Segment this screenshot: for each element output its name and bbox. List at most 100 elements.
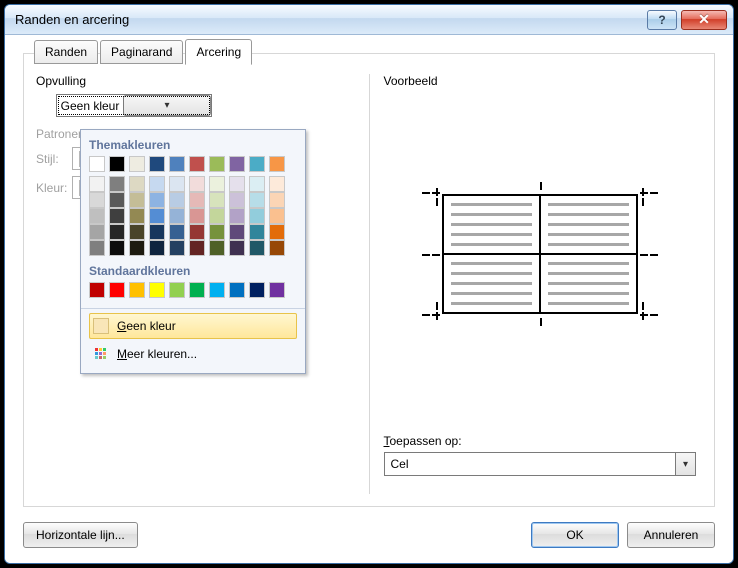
color-swatch[interactable] — [169, 192, 185, 208]
color-swatch[interactable] — [129, 208, 145, 224]
horizontal-line-button[interactable]: Horizontale lijn... — [23, 522, 138, 548]
color-swatch[interactable] — [89, 282, 105, 298]
theme-colors-row1 — [89, 156, 297, 174]
color-swatch[interactable] — [149, 156, 165, 172]
apply-to-button[interactable] — [675, 453, 695, 475]
color-swatch[interactable] — [249, 176, 265, 192]
fill-combo[interactable]: Geen kleur — [56, 94, 212, 117]
color-swatch[interactable] — [89, 176, 105, 192]
color-swatch[interactable] — [249, 224, 265, 240]
color-swatch[interactable] — [89, 208, 105, 224]
standard-colors-heading: Standaardkleuren — [89, 264, 297, 278]
color-swatch[interactable] — [229, 208, 245, 224]
color-swatch[interactable] — [269, 208, 285, 224]
color-swatch[interactable] — [229, 192, 245, 208]
color-swatch[interactable] — [229, 176, 245, 192]
close-button[interactable]: ✕ — [681, 10, 727, 30]
color-swatch[interactable] — [109, 224, 125, 240]
color-swatch[interactable] — [269, 224, 285, 240]
color-swatch[interactable] — [109, 282, 125, 298]
color-swatch[interactable] — [149, 192, 165, 208]
color-swatch[interactable] — [129, 192, 145, 208]
color-swatch[interactable] — [189, 224, 205, 240]
preview-cell — [443, 195, 540, 254]
style-label: Stijl: — [36, 152, 72, 166]
color-swatch[interactable] — [269, 240, 285, 256]
apply-to-label: Toepassen op: — [384, 434, 462, 448]
color-swatch[interactable] — [109, 176, 125, 192]
color-swatch[interactable] — [149, 240, 165, 256]
color-swatch[interactable] — [89, 224, 105, 240]
color-swatch[interactable] — [209, 192, 225, 208]
color-swatch[interactable] — [169, 208, 185, 224]
color-swatch[interactable] — [209, 176, 225, 192]
color-swatch[interactable] — [269, 192, 285, 208]
color-swatch[interactable] — [149, 208, 165, 224]
color-swatch[interactable] — [169, 156, 185, 172]
color-swatch[interactable] — [169, 282, 185, 298]
color-swatch[interactable] — [269, 176, 285, 192]
color-swatch[interactable] — [129, 156, 145, 172]
color-swatch[interactable] — [209, 208, 225, 224]
apply-to-combo[interactable]: Cel — [384, 452, 697, 476]
tab-panel: Randen Paginarand Arcering Opvulling Gee… — [23, 53, 715, 507]
fill-combo-button[interactable] — [123, 95, 211, 116]
ok-button[interactable]: OK — [531, 522, 619, 548]
color-swatch[interactable] — [129, 240, 145, 256]
color-swatch[interactable] — [189, 282, 205, 298]
color-swatch[interactable] — [249, 282, 265, 298]
cancel-button[interactable]: Annuleren — [627, 522, 715, 548]
color-swatch[interactable] — [89, 192, 105, 208]
color-swatch[interactable] — [229, 224, 245, 240]
preview-cell — [443, 254, 540, 313]
color-swatch[interactable] — [169, 240, 185, 256]
color-swatch[interactable] — [129, 224, 145, 240]
color-swatch[interactable] — [269, 156, 285, 172]
client-area: Randen Paginarand Arcering Opvulling Gee… — [5, 35, 733, 563]
more-colors-item[interactable]: Meer kleuren... — [89, 341, 297, 367]
color-swatch[interactable] — [109, 192, 125, 208]
color-swatch[interactable] — [149, 176, 165, 192]
right-column: Voorbeeld — [378, 74, 703, 494]
help-button[interactable]: ? — [647, 10, 677, 30]
color-swatch[interactable] — [249, 208, 265, 224]
color-swatch[interactable] — [109, 240, 125, 256]
color-swatch[interactable] — [189, 176, 205, 192]
tab-shading[interactable]: Arcering — [185, 39, 252, 65]
color-swatch[interactable] — [249, 192, 265, 208]
color-swatch[interactable] — [229, 156, 245, 172]
no-color-label: Geen kleur — [117, 319, 176, 333]
color-swatch[interactable] — [129, 282, 145, 298]
color-swatch[interactable] — [169, 224, 185, 240]
color-swatch[interactable] — [169, 176, 185, 192]
color-swatch[interactable] — [149, 224, 165, 240]
fill-group-label: Opvulling — [36, 74, 355, 88]
color-swatch[interactable] — [209, 240, 225, 256]
color-swatch[interactable] — [89, 240, 105, 256]
color-swatch[interactable] — [249, 240, 265, 256]
color-swatch[interactable] — [229, 240, 245, 256]
color-label: Kleur: — [36, 181, 72, 195]
no-color-item[interactable]: Geen kleur — [89, 313, 297, 339]
color-swatch[interactable] — [189, 208, 205, 224]
tab-borders[interactable]: Randen — [34, 40, 98, 64]
color-swatch[interactable] — [209, 282, 225, 298]
color-swatch[interactable] — [189, 240, 205, 256]
color-swatch[interactable] — [209, 156, 225, 172]
color-swatch[interactable] — [89, 156, 105, 172]
dialog-window: Randen en arcering ? ✕ Randen Paginarand… — [4, 4, 734, 564]
color-swatch[interactable] — [109, 208, 125, 224]
color-swatch[interactable] — [189, 192, 205, 208]
color-swatch[interactable] — [249, 156, 265, 172]
tab-page-border[interactable]: Paginarand — [100, 40, 183, 64]
color-swatch[interactable] — [149, 282, 165, 298]
popup-separator — [81, 308, 305, 309]
color-swatch[interactable] — [129, 176, 145, 192]
tab-bar: Randen Paginarand Arcering — [34, 39, 254, 65]
color-swatch[interactable] — [109, 156, 125, 172]
color-swatch[interactable] — [269, 282, 285, 298]
color-swatch[interactable] — [229, 282, 245, 298]
color-swatch[interactable] — [209, 224, 225, 240]
preview-cell-grid — [442, 194, 639, 314]
color-swatch[interactable] — [189, 156, 205, 172]
